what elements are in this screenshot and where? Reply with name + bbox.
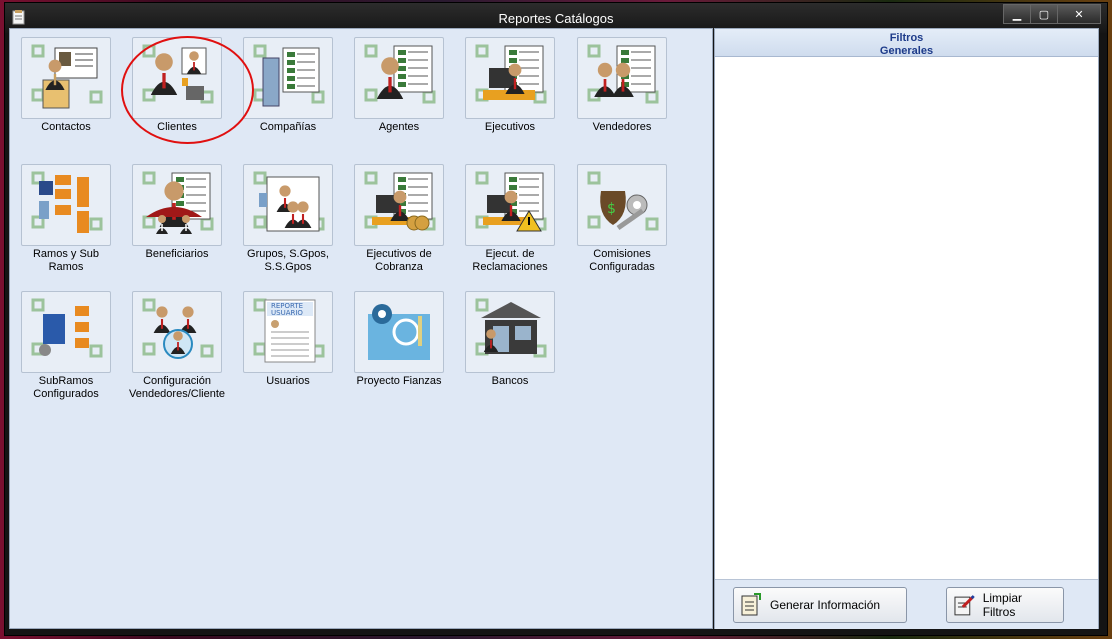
catalog-tile-executives[interactable]: Ejecutivos	[454, 37, 566, 134]
clear-filters-button[interactable]: Limpiar Filtros	[946, 587, 1064, 623]
catalog-tile-button[interactable]	[21, 164, 111, 246]
action-button-bar: Generar Información Limpiar Filtros	[715, 579, 1098, 629]
catalog-tile-label: Agentes	[378, 121, 420, 133]
contact-card-icon	[27, 40, 105, 117]
bonds-project-icon	[360, 294, 438, 371]
catalog-tile-button[interactable]	[354, 164, 444, 246]
report-document-icon	[741, 593, 761, 616]
catalog-tile-button[interactable]	[243, 37, 333, 119]
catalog-tile-label: Ejecutivos	[484, 121, 536, 133]
catalog-tile-label: Grupos, S.Gpos, S.S.Gpos	[247, 248, 329, 273]
catalog-tile-label: Proyecto Fianzas	[356, 375, 442, 387]
catalog-tile-button[interactable]	[354, 291, 444, 373]
catalog-tile-agents[interactable]: Agentes	[343, 37, 455, 134]
groups-icon	[249, 167, 327, 244]
clear-filters-label: Limpiar Filtros	[982, 591, 1023, 619]
companies-icon	[249, 40, 327, 117]
seller-config-icon	[138, 294, 216, 371]
filters-area[interactable]	[715, 57, 1098, 580]
catalog-tile-label: Configuración Vendedores/Cliente	[128, 375, 225, 400]
executives-icon	[471, 40, 549, 117]
catalog-tile-label: Vendedores	[592, 121, 652, 133]
catalog-tile-label: Bancos	[491, 375, 529, 387]
catalog-tile-beneficiaries[interactable]: Beneficiarios	[121, 164, 233, 261]
agents-icon	[360, 40, 438, 117]
catalog-tile-seller-config[interactable]: Configuración Vendedores/Cliente	[121, 291, 233, 401]
filters-panel: Filtros Generales Generar Información Li…	[714, 28, 1099, 629]
commissions-icon: $	[583, 167, 661, 244]
catalog-tile-bonds-project[interactable]: Proyecto Fianzas	[343, 291, 455, 388]
catalog-tile-branches[interactable]: Ramos y Sub Ramos	[10, 164, 122, 274]
maximize-button[interactable]: ▢	[1030, 4, 1058, 24]
window-title: Reportes Catálogos	[498, 11, 614, 26]
svg-text:$: $	[607, 201, 616, 217]
beneficiaries-icon	[138, 167, 216, 244]
catalog-tile-button[interactable]	[21, 291, 111, 373]
collection-executives-icon	[360, 167, 438, 244]
catalog-tile-button[interactable]	[465, 37, 555, 119]
claims-executives-icon	[471, 167, 549, 244]
catalog-tile-contact-card[interactable]: Contactos	[10, 37, 122, 134]
catalog-tile-button[interactable]	[465, 291, 555, 373]
catalog-tile-claims-executives[interactable]: Ejecut. de Reclamaciones	[454, 164, 566, 274]
catalog-tile-label: Usuarios	[266, 375, 310, 387]
banks-icon	[471, 294, 549, 371]
catalog-tile-button[interactable]	[354, 37, 444, 119]
catalog-tile-banks[interactable]: Bancos	[454, 291, 566, 388]
sellers-icon	[583, 40, 661, 117]
subbranches-icon	[27, 294, 105, 371]
catalog-tile-label: Contactos	[41, 121, 91, 133]
filters-header-label: Filtros Generales	[879, 32, 934, 57]
clear-filters-icon	[954, 595, 975, 616]
catalog-tile-label: SubRamos Configurados	[33, 375, 99, 400]
close-button[interactable]: ✕	[1057, 4, 1101, 24]
branches-icon	[27, 167, 105, 244]
catalog-panel: Contactos Clientes Compañías Agentes Ejecuti…	[9, 28, 713, 629]
users-report-icon: REPORTE USUARIO	[249, 294, 327, 371]
filters-header: Filtros Generales	[715, 29, 1098, 57]
catalog-tile-sellers[interactable]: Vendedores	[566, 37, 678, 134]
generate-info-label: Generar Información	[770, 598, 881, 612]
catalog-tile-button[interactable]	[21, 37, 111, 119]
catalog-tile-collection-executives[interactable]: Ejecutivos de Cobranza	[343, 164, 455, 274]
catalog-tile-users-report[interactable]: REPORTE USUARIO Usuarios	[232, 291, 344, 388]
catalog-tile-label: Compañías	[259, 121, 317, 133]
catalog-tile-groups[interactable]: Grupos, S.Gpos, S.S.Gpos	[232, 164, 344, 274]
catalog-tile-label: Ramos y Sub Ramos	[32, 248, 100, 273]
minimize-button[interactable]: ▁	[1003, 4, 1031, 24]
catalog-tile-button[interactable]	[132, 291, 222, 373]
catalog-tile-label: Comisiones Configuradas	[589, 248, 655, 273]
generate-info-button[interactable]: Generar Información	[733, 587, 907, 623]
catalog-tile-button[interactable]	[132, 164, 222, 246]
catalog-tile-label: Ejecut. de Reclamaciones	[472, 248, 548, 273]
catalog-tile-label: Beneficiarios	[145, 248, 209, 260]
catalog-tile-button[interactable]	[577, 37, 667, 119]
catalog-tile-button[interactable]	[465, 164, 555, 246]
red-circle-annotation	[121, 36, 254, 144]
catalog-tile-button[interactable]: REPORTE USUARIO	[243, 291, 333, 373]
catalog-tile-subbranches[interactable]: SubRamos Configurados	[10, 291, 122, 401]
catalog-tile-button[interactable]: $	[577, 164, 667, 246]
catalog-tile-commissions[interactable]: $ Comisiones Configuradas	[566, 164, 678, 274]
catalog-tile-label: Ejecutivos de Cobranza	[366, 248, 432, 273]
catalog-tile-button[interactable]	[243, 164, 333, 246]
svg-text:USUARIO: USUARIO	[271, 309, 303, 317]
